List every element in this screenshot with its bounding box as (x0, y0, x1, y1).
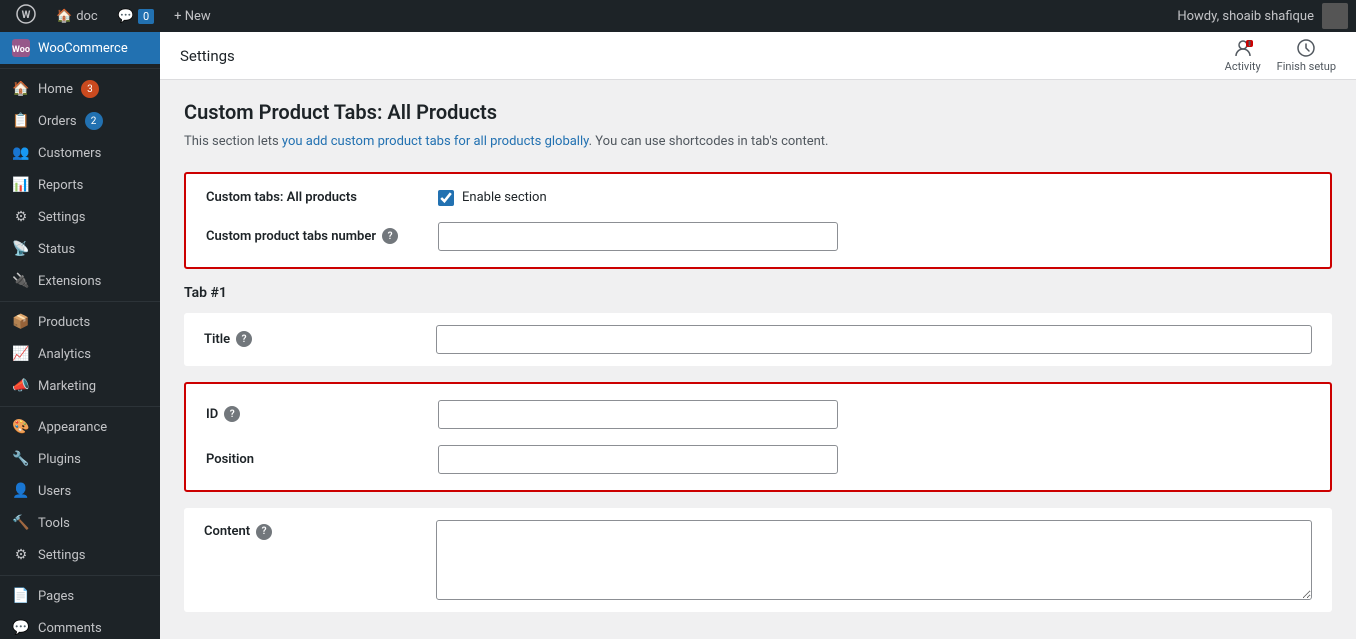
sidebar-divider-4 (0, 575, 160, 576)
admin-bar: W 🏠 doc 💬 0 + New Howdy, shoaib shafique (0, 0, 1356, 32)
enable-section-checkbox[interactable] (438, 190, 454, 206)
avatar (1322, 3, 1348, 29)
sidebar-item-extensions[interactable]: 🔌 Extensions (0, 265, 160, 297)
custom-tabs-section-box: Custom tabs: All products Enable section… (184, 172, 1332, 269)
svg-text:!: ! (1249, 42, 1250, 48)
plugins-icon: 🔧 (12, 450, 30, 468)
sidebar-item-pages[interactable]: 📄 Pages (0, 580, 160, 612)
id-position-box: ID ? global_1 Position 40 (184, 382, 1332, 492)
content-label: Content ? (204, 524, 424, 540)
sidebar-item-home[interactable]: 🏠 Home 3 (0, 73, 160, 105)
comment-icon: 💬 (118, 9, 134, 24)
custom-tabs-number-row: Custom product tabs number ? 1 (206, 222, 1310, 251)
svg-text:Woo: Woo (12, 45, 30, 55)
settings-main-icon: ⚙ (12, 546, 30, 564)
sidebar-item-reports[interactable]: 📊 Reports (0, 169, 160, 201)
sidebar-divider-2 (0, 301, 160, 302)
page-content: Custom Product Tabs: All Products This s… (160, 80, 1356, 639)
main-content: Settings ! Activity Finish setup (160, 32, 1356, 639)
sidebar-item-orders[interactable]: 📋 Orders 2 (0, 105, 160, 137)
sidebar-item-comments[interactable]: 💬 Comments (0, 612, 160, 639)
status-icon: 📡 (12, 240, 30, 258)
sidebar-divider-3 (0, 406, 160, 407)
sidebar-item-settings-main[interactable]: ⚙ Settings (0, 539, 160, 571)
woocommerce-icon: Woo (12, 39, 30, 57)
pages-icon: 📄 (12, 587, 30, 605)
page-heading: Custom Product Tabs: All Products (184, 100, 1332, 124)
sidebar-item-appearance[interactable]: 🎨 Appearance (0, 411, 160, 443)
position-label: Position (206, 452, 426, 467)
sidebar-item-products[interactable]: 📦 Products (0, 306, 160, 338)
activity-button[interactable]: ! Activity (1225, 38, 1261, 73)
custom-tabs-number-label: Custom product tabs number ? (206, 228, 426, 244)
home-icon: 🏠 (56, 9, 72, 24)
adminbar-new[interactable]: + New (166, 0, 219, 32)
sidebar-item-marketing[interactable]: 📣 Marketing (0, 370, 160, 402)
custom-tabs-number-help-icon[interactable]: ? (382, 228, 398, 244)
comments-icon: 💬 (12, 619, 30, 637)
tab1-heading: Tab #1 (184, 285, 1332, 301)
enable-section-label: Enable section (462, 190, 547, 205)
content-textarea[interactable] (436, 520, 1312, 600)
sidebar-item-settings[interactable]: ⚙ Settings (0, 201, 160, 233)
appearance-icon: 🎨 (12, 418, 30, 436)
svg-text:W: W (22, 10, 31, 21)
enable-section-checkbox-row: Enable section (438, 190, 547, 206)
position-input[interactable]: 40 (438, 445, 838, 474)
adminbar-site[interactable]: 🏠 doc (48, 0, 106, 32)
extensions-icon: 🔌 (12, 272, 30, 290)
settings-icon: ⚙ (12, 208, 30, 226)
sidebar: Woo WooCommerce 🏠 Home 3 📋 Orders 2 👥 Cu… (0, 32, 160, 639)
sidebar-item-customers[interactable]: 👥 Customers (0, 137, 160, 169)
users-icon: 👤 (12, 482, 30, 500)
page-description: This section lets you add custom product… (184, 132, 1332, 152)
adminbar-user: Howdy, shoaib shafique (1177, 3, 1348, 29)
marketing-icon: 📣 (12, 377, 30, 395)
topbar-actions: ! Activity Finish setup (1225, 38, 1336, 73)
customers-icon: 👥 (12, 144, 30, 162)
id-row: ID ? global_1 (206, 400, 1310, 429)
title-row: Title ? (184, 313, 1332, 366)
topbar-title: Settings (180, 47, 235, 65)
adminbar-comments[interactable]: 💬 0 (110, 0, 162, 32)
sidebar-item-woocommerce[interactable]: Woo WooCommerce (0, 32, 160, 64)
custom-tabs-label: Custom tabs: All products (206, 190, 426, 205)
sidebar-item-analytics[interactable]: 📈 Analytics (0, 338, 160, 370)
finish-setup-button[interactable]: Finish setup (1277, 38, 1336, 73)
sidebar-divider-1 (0, 68, 160, 69)
id-input[interactable]: global_1 (438, 400, 838, 429)
analytics-icon: 📈 (12, 345, 30, 363)
title-help-icon[interactable]: ? (236, 331, 252, 347)
title-label: Title ? (204, 331, 424, 347)
orders-icon: 📋 (12, 112, 30, 130)
title-input[interactable] (436, 325, 1312, 354)
id-help-icon[interactable]: ? (224, 406, 240, 422)
custom-tabs-number-input[interactable]: 1 (438, 222, 838, 251)
tools-icon: 🔨 (12, 514, 30, 532)
custom-tabs-enable-row: Custom tabs: All products Enable section (206, 190, 1310, 206)
products-icon: 📦 (12, 313, 30, 331)
sidebar-item-status[interactable]: 📡 Status (0, 233, 160, 265)
topbar: Settings ! Activity Finish setup (160, 32, 1356, 80)
sidebar-item-plugins[interactable]: 🔧 Plugins (0, 443, 160, 475)
wp-logo[interactable]: W (8, 4, 44, 29)
sidebar-item-tools[interactable]: 🔨 Tools (0, 507, 160, 539)
reports-icon: 📊 (12, 176, 30, 194)
home-sidebar-icon: 🏠 (12, 80, 30, 98)
id-label: ID ? (206, 406, 426, 422)
content-help-icon[interactable]: ? (256, 524, 272, 540)
sidebar-item-users[interactable]: 👤 Users (0, 475, 160, 507)
position-row: Position 40 (206, 445, 1310, 474)
content-row: Content ? (184, 508, 1332, 612)
desc-link[interactable]: you add custom product tabs for all prod… (282, 134, 589, 149)
